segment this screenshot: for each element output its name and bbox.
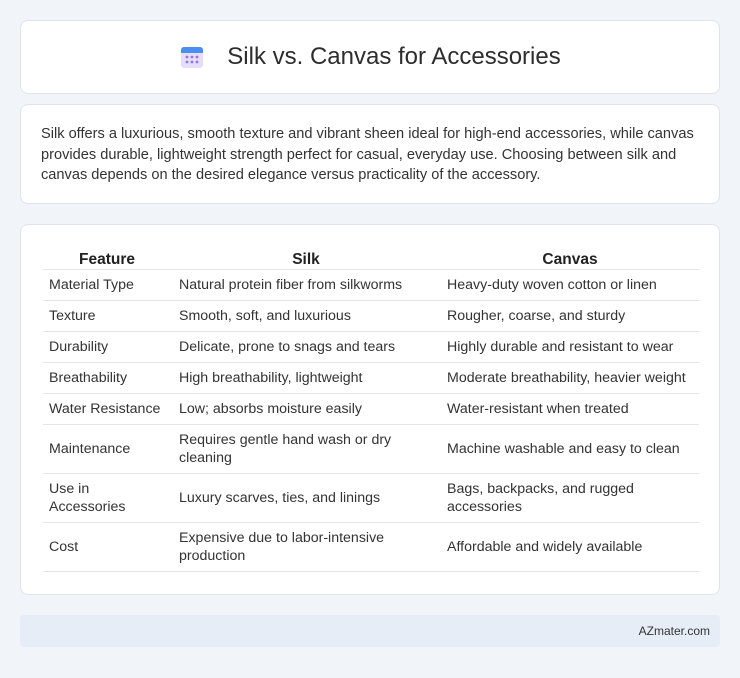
feature-cell: Cost [43, 522, 171, 572]
intro-card: Silk offers a luxurious, smooth texture … [20, 104, 720, 204]
silk-cell: Natural protein fiber from silkworms [171, 269, 439, 301]
intro-paragraph: Silk offers a luxurious, smooth texture … [41, 126, 694, 183]
silk-cell: Delicate, prone to snags and tears [171, 331, 439, 363]
table-row: Cost Expensive due to labor-intensive pr… [43, 522, 699, 572]
table-row: Use in Accessories Luxury scarves, ties,… [43, 473, 699, 523]
canvas-cell: Moderate breathability, heavier weight [439, 362, 699, 394]
silk-cell: Low; absorbs moisture easily [171, 393, 439, 425]
header-canvas: Canvas [439, 247, 699, 270]
feature-cell: Texture [43, 300, 171, 332]
page-title: Silk vs. Canvas for Accessories [227, 43, 561, 70]
header-feature: Feature [43, 247, 171, 270]
table-row: Breathability High breathability, lightw… [43, 362, 699, 394]
feature-cell: Material Type [43, 269, 171, 301]
canvas-cell: Highly durable and resistant to wear [439, 331, 699, 363]
footer-brand: AZmater.com [638, 624, 710, 638]
table-row: Durability Delicate, prone to snags and … [43, 331, 699, 363]
canvas-cell: Heavy-duty woven cotton or linen [439, 269, 699, 301]
canvas-cell: Machine washable and easy to clean [439, 424, 699, 474]
feature-cell: Breathability [43, 362, 171, 394]
silk-cell: Requires gentle hand wash or dry cleanin… [171, 424, 439, 474]
canvas-cell: Water-resistant when treated [439, 393, 699, 425]
feature-cell: Maintenance [43, 424, 171, 474]
header-silk: Silk [171, 247, 439, 270]
feature-cell: Use in Accessories [43, 473, 171, 523]
table-row: Maintenance Requires gentle hand wash or… [43, 424, 699, 474]
silk-cell: High breathability, lightweight [171, 362, 439, 394]
comparison-table: Feature Silk Canvas Material Type Natura… [43, 247, 699, 572]
canvas-cell: Affordable and widely available [439, 522, 699, 572]
silk-cell: Smooth, soft, and luxurious [171, 300, 439, 332]
title-card: Silk vs. Canvas for Accessories [20, 20, 720, 94]
canvas-cell: Bags, backpacks, and rugged accessories [439, 473, 699, 523]
footer-bar: AZmater.com [20, 615, 720, 647]
feature-cell: Water Resistance [43, 393, 171, 425]
comparison-table-card: Feature Silk Canvas Material Type Natura… [20, 224, 720, 595]
silk-cell: Luxury scarves, ties, and linings [171, 473, 439, 523]
canvas-cell: Rougher, coarse, and sturdy [439, 300, 699, 332]
table-header-row: Feature Silk Canvas [43, 247, 699, 270]
table-row: Water Resistance Low; absorbs moisture e… [43, 393, 699, 425]
table-row: Texture Smooth, soft, and luxurious Roug… [43, 300, 699, 332]
table-row: Material Type Natural protein fiber from… [43, 269, 699, 301]
calendar-icon [179, 44, 205, 70]
silk-cell: Expensive due to labor-intensive product… [171, 522, 439, 572]
feature-cell: Durability [43, 331, 171, 363]
